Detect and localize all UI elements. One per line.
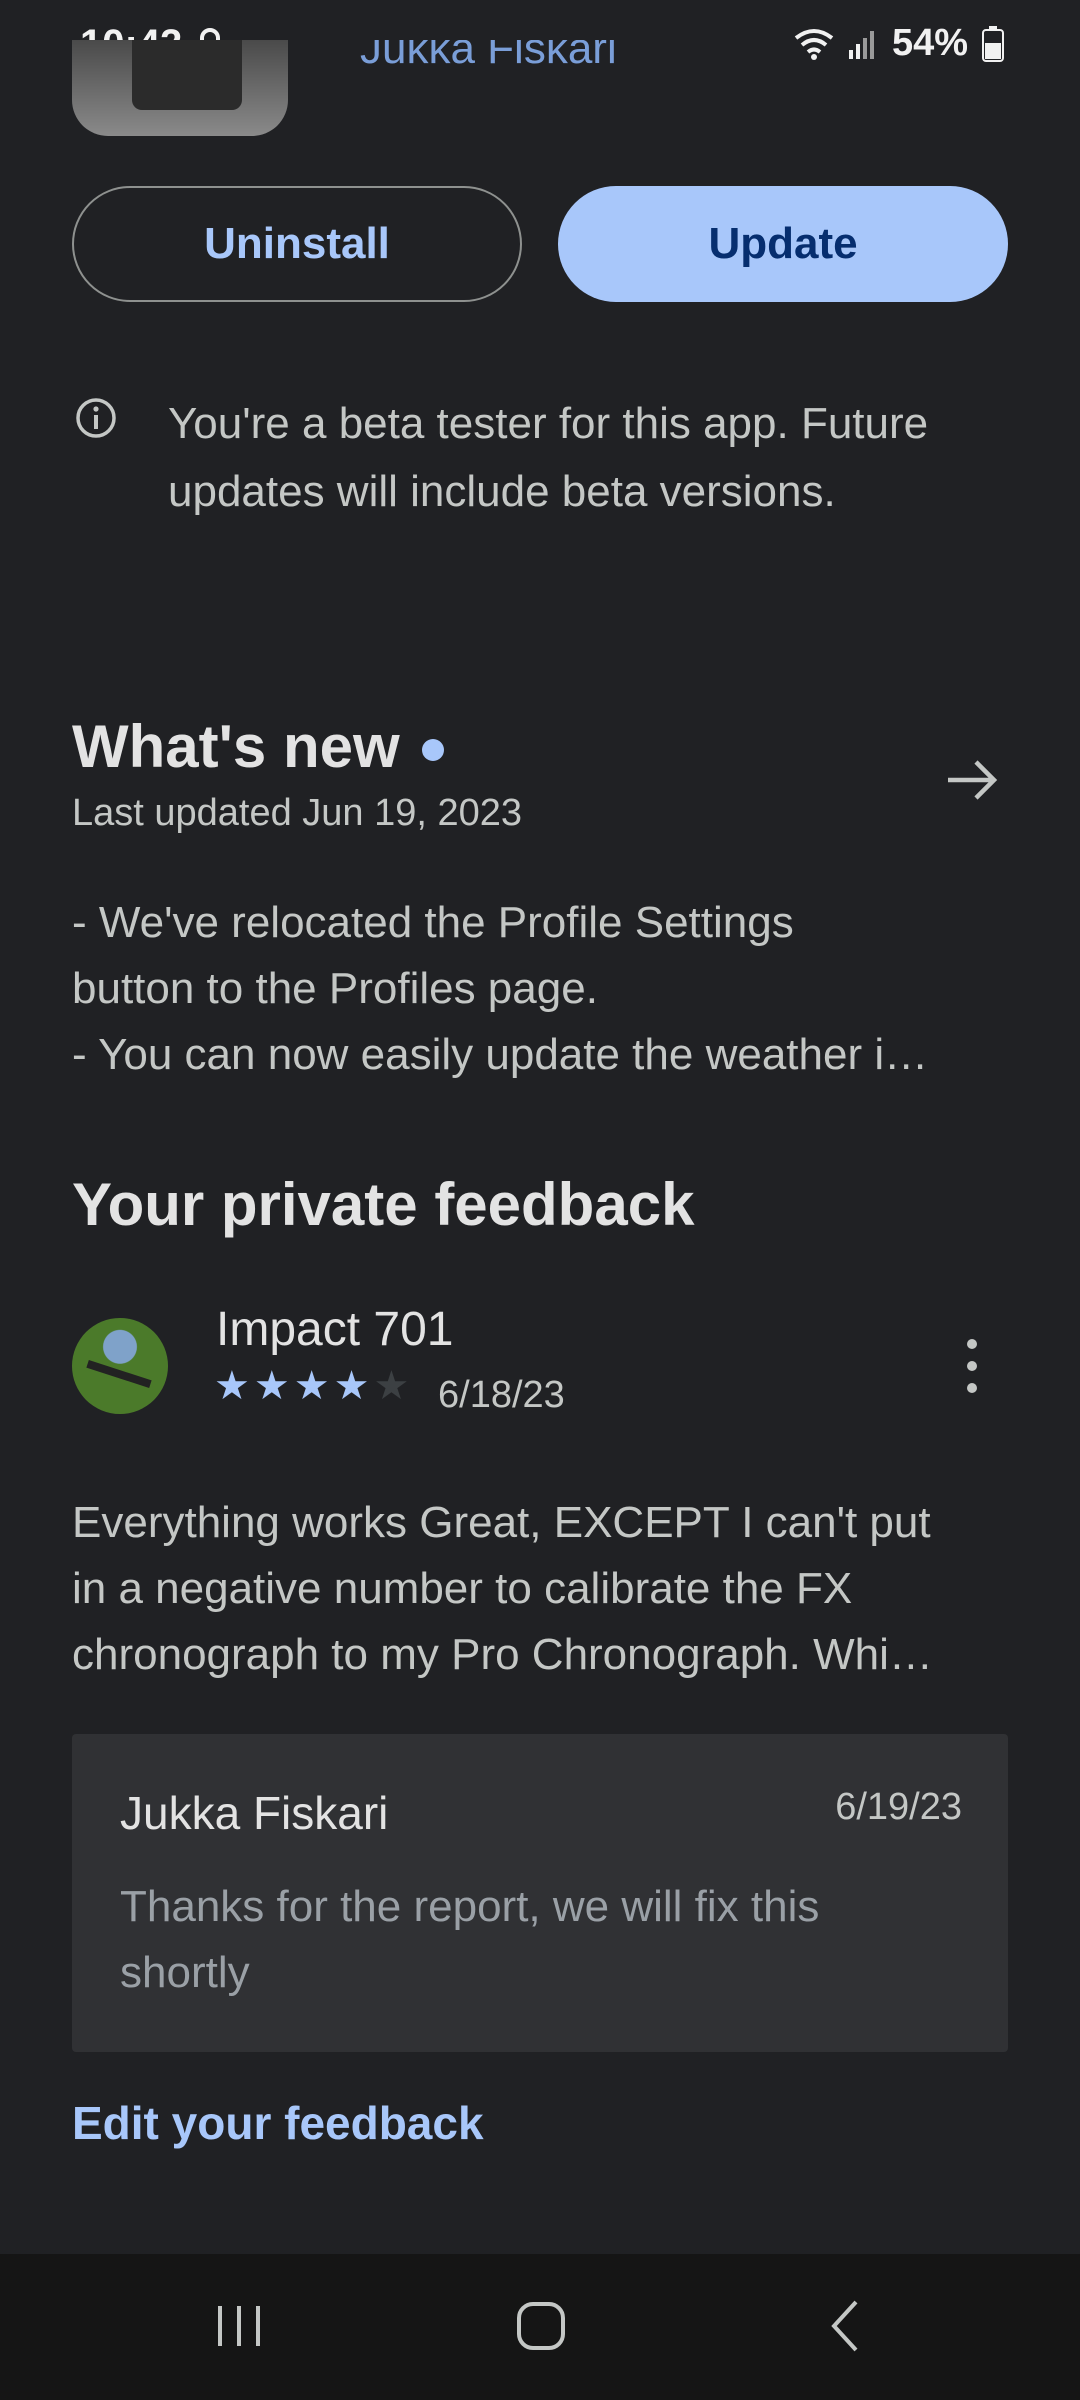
whats-new-line: - We've relocated the Profile Settings [72, 898, 794, 947]
status-indicators: 54% [794, 22, 1004, 65]
uninstall-button[interactable]: Uninstall [72, 186, 522, 302]
feedback-line: chronograph to my Pro Chronograph. Whi… [72, 1630, 933, 1679]
star-icon: ★ [293, 1364, 330, 1408]
more-vert-icon[interactable] [958, 1336, 986, 1396]
update-button[interactable]: Update [558, 186, 1008, 302]
feedback-section-title: Your private feedback [72, 1171, 695, 1238]
whats-new-line: - You can now easily update the weather … [72, 1030, 929, 1079]
whats-new-notes: - We've relocated the Profile Settings b… [72, 890, 1012, 1088]
info-icon [76, 398, 116, 438]
app-icon [72, 40, 288, 136]
avatar [72, 1318, 168, 1414]
new-indicator-dot [421, 738, 444, 761]
whats-new-header[interactable]: What's new [72, 712, 444, 781]
feedback-text[interactable]: Everything works Great, EXCEPT I can't p… [72, 1490, 1012, 1688]
reply-text: Thanks for the report, we will fix this … [120, 1882, 820, 1997]
feedback-line: Everything works Great, EXCEPT I can't p… [72, 1498, 931, 1547]
wifi-icon [794, 28, 834, 60]
developer-name[interactable]: Jukka Fiskari [360, 40, 617, 80]
star-rating: ★ ★ ★ ★ ★ [214, 1366, 409, 1406]
developer-reply-card: Jukka Fiskari 6/19/23 Thanks for the rep… [72, 1734, 1008, 2052]
edit-feedback-link[interactable]: Edit your feedback [72, 2096, 484, 2150]
recents-icon[interactable] [214, 2302, 264, 2350]
star-empty-icon: ★ [373, 1364, 410, 1408]
battery-percent: 54% [891, 22, 968, 64]
signal-icon [848, 30, 874, 59]
beta-tester-notice: You're a beta tester for this app. Futur… [168, 399, 929, 516]
whats-new-line: button to the Profiles page. [72, 964, 598, 1013]
feedback-username: Impact 701 [216, 1303, 454, 1356]
reply-date: 6/19/23 [835, 1786, 962, 1828]
feedback-date: 6/18/23 [438, 1374, 565, 1416]
battery-icon [982, 25, 1004, 62]
reply-author: Jukka Fiskari [120, 1787, 389, 1839]
last-updated: Last updated Jun 19, 2023 [72, 792, 523, 834]
feedback-line: in a negative number to calibrate the FX [72, 1564, 853, 1613]
star-icon: ★ [214, 1364, 250, 1408]
navigation-bar [0, 2254, 1080, 2400]
star-icon: ★ [253, 1364, 290, 1408]
star-icon: ★ [333, 1364, 370, 1408]
back-icon[interactable] [826, 2298, 866, 2354]
home-icon[interactable] [516, 2300, 566, 2352]
whats-new-title: What's new [72, 713, 400, 780]
arrow-right-icon[interactable] [940, 748, 1004, 812]
